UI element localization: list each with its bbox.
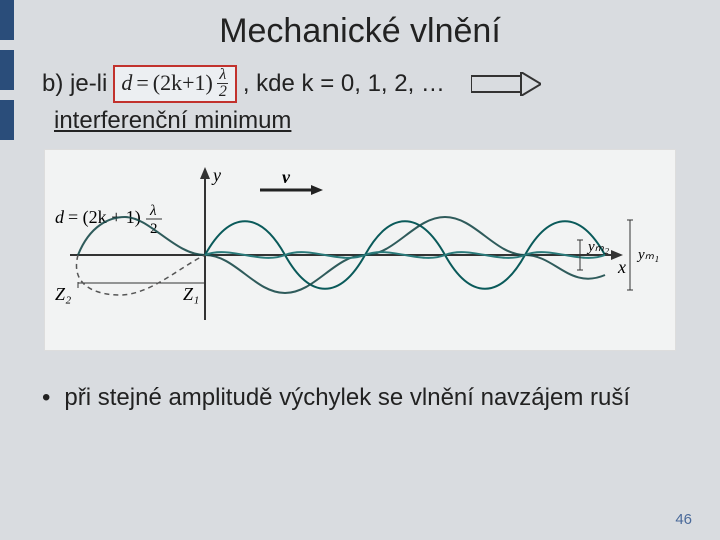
side-mark xyxy=(0,100,14,140)
side-mark xyxy=(0,50,14,90)
svg-text:λ: λ xyxy=(149,203,157,219)
formula-factor: (2k+1) xyxy=(153,70,213,96)
z2-label: Z₂ xyxy=(55,284,71,304)
page-number: 46 xyxy=(675,511,692,528)
formula-box: d = (2k+1) λ 2 xyxy=(113,65,236,103)
page-title: Mechanické vlnění xyxy=(0,0,720,65)
ym1-marker: yₘ₁ xyxy=(627,220,659,290)
formula-lhs: d xyxy=(121,70,132,96)
frac-top: λ xyxy=(217,67,228,84)
formula-fraction: λ 2 xyxy=(217,67,229,100)
z1-label: Z₁ xyxy=(183,284,199,304)
svg-text:yₘ₁: yₘ₁ xyxy=(636,247,659,263)
side-decor xyxy=(0,0,14,150)
arrow-icon xyxy=(471,72,541,96)
frac-bot: 2 xyxy=(217,84,229,100)
wave-diagram: y x v d = (2k + 1) λ 2 Z₂ Z₁ xyxy=(44,149,676,351)
bullet-text: při stejné amplitudě výchylek se vlnění … xyxy=(64,383,630,413)
condition-line: b) je-li d = (2k+1) λ 2 , kde k = 0, 1, … xyxy=(42,65,678,103)
result-label: interferenční minimum xyxy=(54,107,678,135)
side-mark xyxy=(0,0,14,40)
axis-x-label: x xyxy=(617,257,626,277)
condition-prefix: b) je-li xyxy=(42,70,107,98)
svg-text:d: d xyxy=(55,207,65,227)
axis-y-label: y xyxy=(211,165,221,185)
velocity-label: v xyxy=(282,167,291,187)
bullet-item: • při stejné amplitudě výchylek se vlněn… xyxy=(0,383,720,413)
formula-eq: = xyxy=(136,70,148,96)
condition-suffix: , kde k = 0, 1, 2, … xyxy=(243,70,445,98)
svg-text:yₘ₂: yₘ₂ xyxy=(586,239,609,255)
bullet-dot: • xyxy=(42,383,50,413)
